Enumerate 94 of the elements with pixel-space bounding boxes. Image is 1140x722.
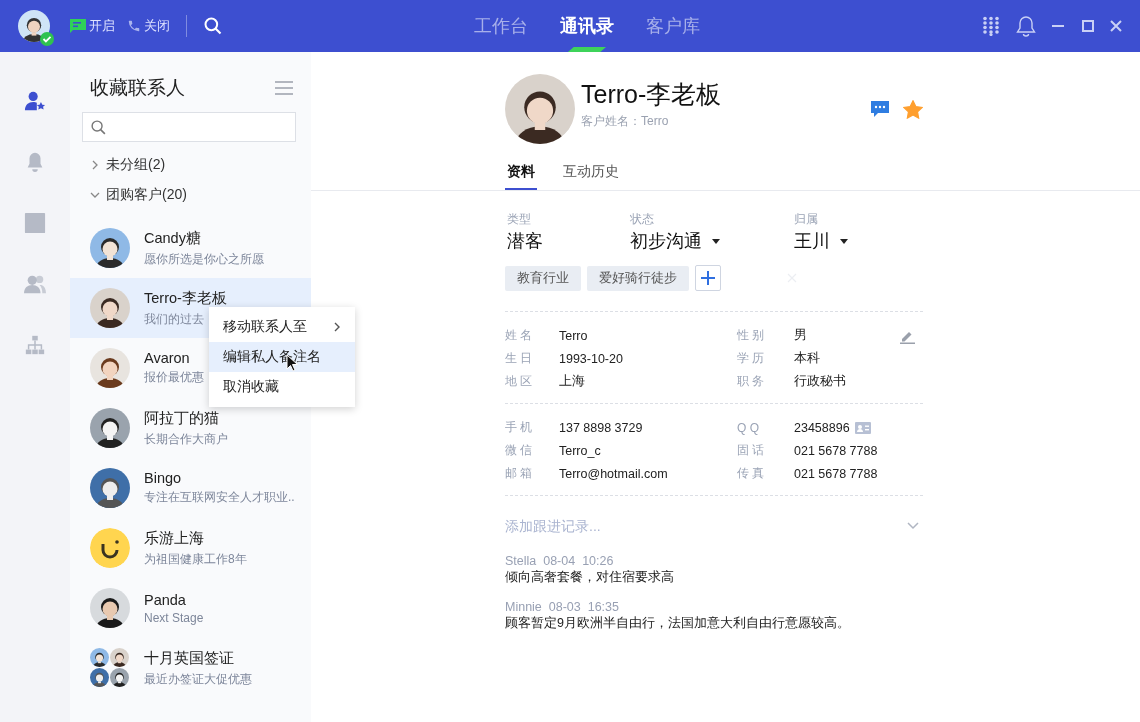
contact-note: 专注在互联网安全人才职业..: [144, 489, 295, 506]
field-label: 学 历: [737, 350, 766, 367]
people-icon[interactable]: [24, 273, 46, 295]
tag: 爱好骑行徒步: [587, 265, 689, 291]
search-icon[interactable]: [203, 16, 223, 36]
contact-note: 为祖国健康工作8年: [144, 550, 247, 568]
add-tag-button[interactable]: [695, 265, 721, 291]
customer-name: 客户姓名：Terro: [581, 113, 670, 130]
tag: 教育行业: [505, 265, 581, 291]
contact-note: 报价最优惠: [144, 369, 204, 386]
dialpad-icon[interactable]: [982, 16, 1000, 36]
field-value: 021 5678 7788: [794, 443, 878, 458]
menu-icon[interactable]: [275, 81, 293, 95]
plus-icon: [701, 271, 715, 285]
contact-name: 阿拉丁的猫: [144, 408, 220, 428]
status-label[interactable]: 开启: [89, 17, 115, 35]
field-label: 职 务: [737, 373, 766, 390]
contact-note: Next Stage: [144, 610, 204, 625]
contact-name: 十月英国签证: [144, 648, 235, 668]
caret-icon: [712, 238, 720, 244]
search-field[interactable]: [82, 112, 296, 142]
contact-note: 愿你所选是你心之所愿: [144, 250, 264, 268]
group-label: 团购客户(20): [106, 186, 187, 204]
field-value: 男: [794, 327, 807, 344]
star-icon[interactable]: [903, 99, 923, 119]
dropdown[interactable]: 王川: [794, 229, 848, 253]
chat-icon[interactable]: [871, 100, 889, 118]
field-label: 地 区: [505, 373, 534, 390]
chevron-down-icon[interactable]: [907, 522, 919, 530]
record-text: 倾向高奢套餐，对住宿要求高: [505, 569, 675, 586]
group-row[interactable]: 未分组(2): [70, 150, 166, 180]
dropdown[interactable]: 初步沟通: [630, 229, 720, 253]
field-label: 归属: [794, 211, 818, 228]
caret-icon: [840, 238, 848, 244]
field-label: 类型: [507, 211, 531, 228]
check-badge-icon: [40, 32, 54, 46]
field-label: 固 话: [737, 442, 766, 459]
contact-name: Bingo: [144, 470, 183, 486]
close-icon[interactable]: [1110, 20, 1122, 32]
profile-tab[interactable]: 互动历史: [561, 160, 621, 190]
contact-name: Terro-李老板: [144, 288, 227, 308]
field-label: 姓 名: [505, 327, 534, 344]
phone-icon: [127, 19, 141, 33]
field-value: Terro: [559, 328, 588, 343]
chevron-down-icon: [90, 190, 100, 200]
field-value: 137 8898 3729: [559, 420, 643, 435]
menu-item[interactable]: 移动联系人至: [209, 312, 355, 342]
id-card-icon[interactable]: [854, 421, 871, 434]
field-label: 生 日: [505, 350, 534, 367]
field-label: 手 机: [505, 419, 534, 436]
contact-note: 我们的过去: [144, 310, 205, 328]
field-value: 本科: [794, 350, 820, 367]
group-row[interactable]: 团购客户(20): [70, 180, 187, 210]
search-icon: [90, 118, 107, 136]
field-label: 微 信: [505, 442, 534, 459]
field-value: 1993-10-20: [559, 351, 623, 366]
maximize-icon[interactable]: [1082, 20, 1094, 32]
followup-input[interactable]: 添加跟进记录...: [505, 518, 907, 534]
field-value: Terro@hotmail.com: [559, 466, 668, 481]
bell-icon[interactable]: [1016, 15, 1036, 37]
field-label: Q Q: [737, 420, 760, 435]
contact-name: Candy糖: [144, 228, 202, 248]
contact-name: Avaron: [144, 350, 191, 366]
field-value: 上海: [559, 373, 585, 390]
square-icon[interactable]: [24, 212, 46, 234]
profile-tab[interactable]: 资料: [505, 160, 537, 190]
contact-note: 最近办签证大促优惠: [144, 670, 252, 688]
group-label: 未分组(2): [106, 156, 166, 174]
org-chart-icon[interactable]: [24, 334, 46, 356]
panel-title: 收藏联系人: [90, 76, 185, 100]
field-value: 23458896: [794, 420, 871, 435]
field-label: 状态: [630, 211, 654, 228]
message-icon: [70, 19, 86, 33]
field-label: 邮 箱: [505, 465, 534, 482]
contact-name: Panda: [144, 591, 187, 608]
chevron-right-icon: [90, 160, 100, 170]
field-value: 潜客: [507, 230, 543, 253]
contact-title: Terro-李老板: [581, 79, 723, 110]
record-meta: Stella 08-04 10:26: [505, 554, 615, 568]
contact-note: 长期合作大商户: [144, 430, 228, 448]
field-label: 传 真: [737, 465, 766, 482]
edit-icon[interactable]: [900, 329, 915, 344]
record-meta: Minnie 08-03 16:35: [505, 600, 620, 614]
record-text: 顾客暂定9月欧洲半自由行，法国加意大利自由行意愿较高。: [505, 615, 851, 632]
field-value: Terro_c: [559, 443, 601, 458]
menu-item[interactable]: 取消收藏: [209, 372, 355, 402]
contact-name: 乐游上海: [144, 528, 205, 548]
field-value: 行政秘书: [794, 373, 846, 390]
nav-tab[interactable]: 通讯录: [544, 0, 630, 52]
status-label[interactable]: 关闭: [144, 17, 170, 35]
field-label: 性 别: [737, 327, 766, 344]
field-value: 021 5678 7788: [794, 466, 878, 481]
contact-star-icon[interactable]: [24, 90, 46, 112]
smile-logo-icon: [90, 528, 130, 568]
